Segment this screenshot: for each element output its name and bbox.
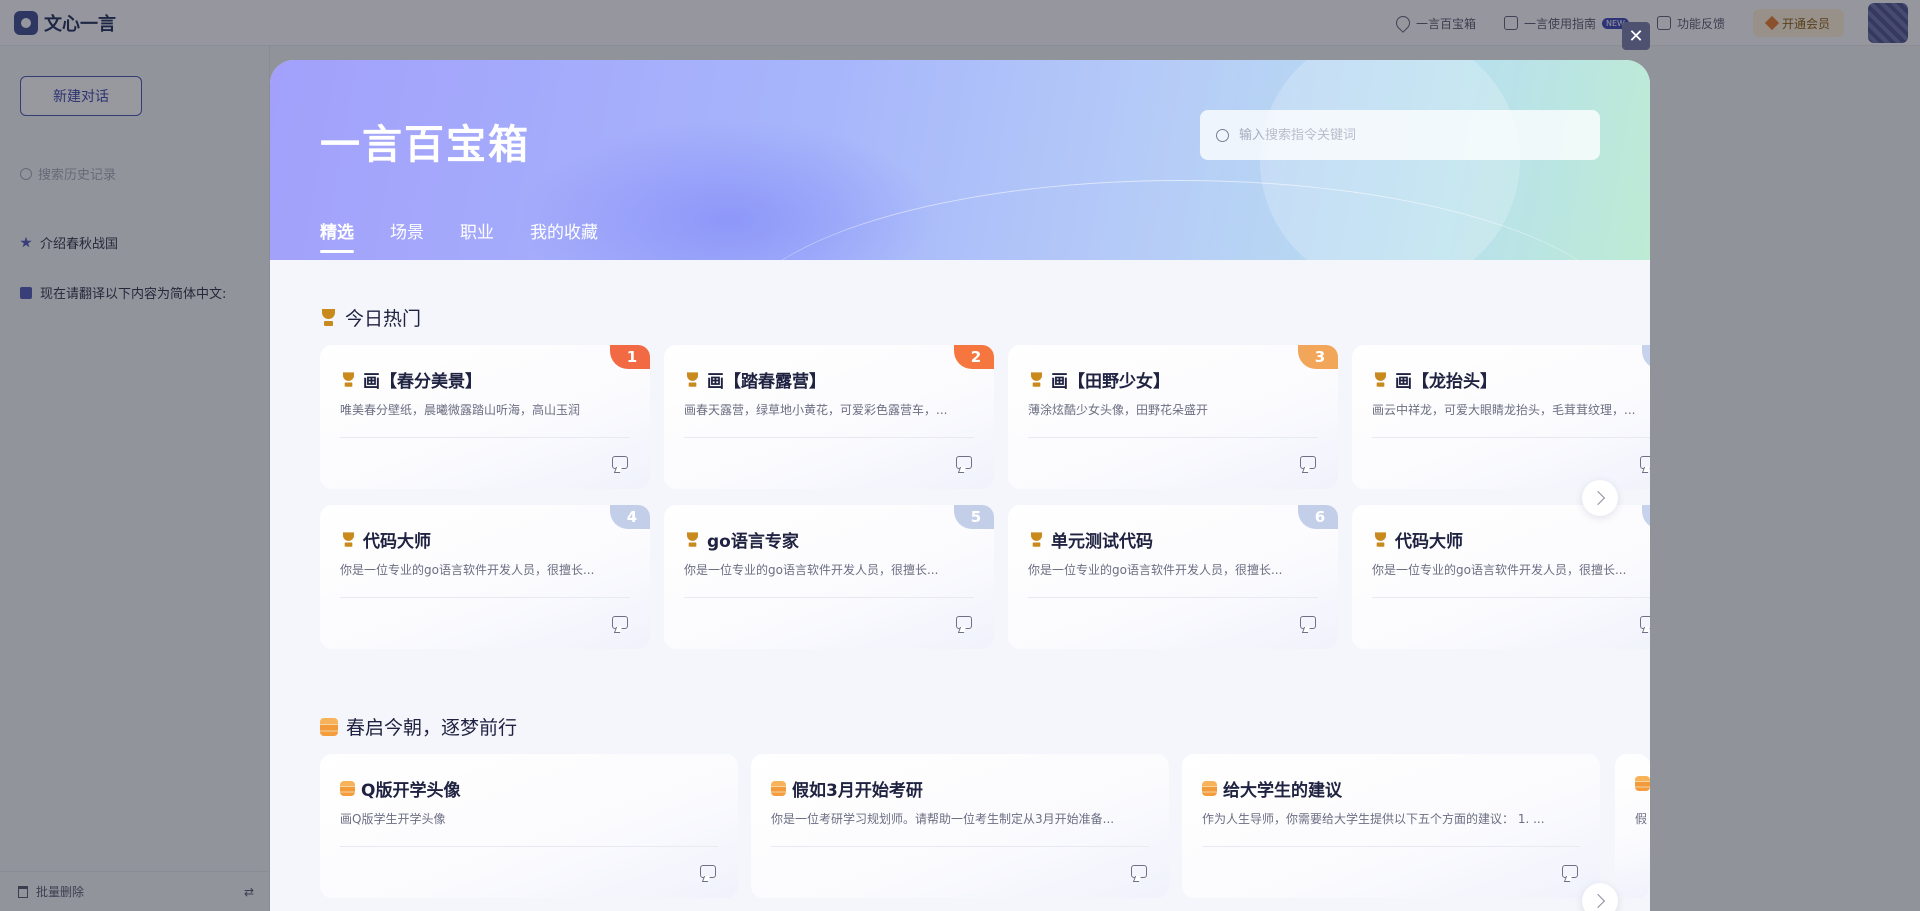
chat-icon[interactable] [700, 865, 716, 878]
prompt-card[interactable]: 假如3月开始考研 你是一位考研学习规划师。请帮助一位考生制定从3月开始准备... [751, 754, 1169, 898]
chat-icon[interactable] [1300, 456, 1316, 469]
rank-badge: 4 [610, 505, 650, 529]
divider [771, 846, 1149, 847]
trophy-icon [1029, 531, 1043, 547]
chat-icon[interactable] [956, 616, 972, 629]
stack-icon [771, 781, 786, 796]
carousel-next-button[interactable] [1582, 883, 1618, 911]
section-title: 今日热门 [320, 304, 421, 331]
prompt-card[interactable]: 假 [1615, 754, 1650, 898]
rank-badge: 6 [1298, 505, 1338, 529]
divider [1028, 437, 1318, 438]
card-desc: 你是一位专业的go语言软件开发人员，很擅长... [340, 563, 595, 577]
rank-badge: 5 [954, 505, 994, 529]
section-title-text: 春启今朝，逐梦前行 [346, 717, 518, 739]
carousel-next-button[interactable] [1582, 480, 1618, 516]
card-title: 假如3月开始考研 [792, 781, 923, 801]
trophy-icon [341, 531, 355, 547]
card-desc: 画云中祥龙，可爱大眼睛龙抬头，毛茸茸纹理，... [1372, 403, 1636, 417]
card-desc: 画Q版学生开学头像 [340, 812, 446, 826]
modal-banner: 一言百宝箱 精选 场景 职业 我的收藏 [270, 60, 1650, 260]
card-title: 画【龙抬头】 [1395, 372, 1497, 392]
trophy-icon [320, 308, 337, 327]
divider [684, 597, 974, 598]
rank-badge: 2 [954, 345, 994, 369]
prompt-search[interactable] [1200, 110, 1600, 160]
prompt-card[interactable]: 单元测试代码 你是一位专业的go语言软件开发人员，很擅长... 6 [1008, 505, 1338, 649]
card-desc: 假 [1635, 812, 1648, 826]
chat-icon[interactable] [612, 456, 628, 469]
card-title: 画【踏春露营】 [707, 372, 826, 392]
card-desc: 你是一位专业的go语言软件开发人员，很擅长... [1372, 563, 1627, 577]
close-icon[interactable]: ✕ [1622, 22, 1650, 50]
divider [1028, 597, 1318, 598]
divider [1372, 597, 1650, 598]
trophy-icon [685, 531, 699, 547]
rank-badge [1642, 345, 1650, 369]
chat-icon[interactable] [1562, 865, 1578, 878]
card-desc: 画春天露营，绿草地小黄花，可爱彩色露营车，... [684, 403, 948, 417]
modal-title: 一言百宝箱 [320, 122, 530, 168]
divider [684, 437, 974, 438]
card-desc: 你是一位专业的go语言软件开发人员，很擅长... [684, 563, 939, 577]
chat-icon[interactable] [1640, 456, 1650, 469]
prompt-card[interactable]: 画【春分美景】 唯美春分壁纸，晨曦微露踏山听海，高山玉润 1 [320, 345, 650, 489]
trophy-icon [685, 371, 699, 387]
card-desc: 作为人生导师，你需要给大学生提供以下五个方面的建议： 1. ... [1202, 812, 1545, 826]
card-desc: 你是一位专业的go语言软件开发人员，很擅长... [1028, 563, 1283, 577]
prompt-card[interactable]: 代码大师 你是一位专业的go语言软件开发人员，很擅长... [1352, 505, 1650, 649]
divider [1202, 846, 1580, 847]
card-title: 单元测试代码 [1051, 532, 1153, 552]
prompt-card[interactable]: 画【田野少女】 薄涂炫酷少女头像，田野花朵盛开 3 [1008, 345, 1338, 489]
prompt-card[interactable]: 给大学生的建议 作为人生导师，你需要给大学生提供以下五个方面的建议： 1. ..… [1182, 754, 1600, 898]
card-title: 代码大师 [363, 532, 431, 552]
trophy-icon [341, 371, 355, 387]
card-title: Q版开学头像 [361, 781, 461, 801]
card-title: 画【春分美景】 [363, 372, 482, 392]
chat-icon[interactable] [1131, 865, 1147, 878]
stack-icon [1635, 776, 1650, 791]
section-title-text: 今日热门 [345, 308, 422, 330]
rank-badge: 3 [1298, 345, 1338, 369]
decorative-arc [730, 180, 1630, 260]
chat-icon[interactable] [1300, 616, 1316, 629]
tab-scenes[interactable]: 场景 [390, 218, 424, 253]
divider [340, 437, 630, 438]
chat-icon[interactable] [1640, 616, 1650, 629]
prompt-search-input[interactable] [1239, 127, 1579, 143]
rank-badge: 1 [610, 345, 650, 369]
divider [340, 597, 630, 598]
toolbox-modal: 一言百宝箱 精选 场景 职业 我的收藏 今日热门 画【春分美景】 唯美春分壁纸，… [270, 60, 1650, 911]
section-title: 春启今朝，逐梦前行 [320, 713, 517, 740]
divider [340, 846, 718, 847]
prompt-card[interactable]: go语言专家 你是一位专业的go语言软件开发人员，很擅长... 5 [664, 505, 994, 649]
trophy-icon [1029, 371, 1043, 387]
search-icon [1216, 128, 1229, 142]
prompt-card[interactable]: 代码大师 你是一位专业的go语言软件开发人员，很擅长... 4 [320, 505, 650, 649]
prompt-card[interactable]: 画【踏春露营】 画春天露营，绿草地小黄花，可爱彩色露营车，... 2 [664, 345, 994, 489]
card-title: go语言专家 [707, 532, 799, 552]
card-desc: 薄涂炫酷少女头像，田野花朵盛开 [1028, 403, 1209, 417]
card-title: 代码大师 [1395, 532, 1463, 552]
trophy-icon [1373, 371, 1387, 387]
card-title: 给大学生的建议 [1223, 781, 1342, 801]
card-desc: 唯美春分壁纸，晨曦微露踏山听海，高山玉润 [340, 403, 581, 417]
trophy-icon [1373, 531, 1387, 547]
chat-icon[interactable] [612, 616, 628, 629]
chat-icon[interactable] [956, 456, 972, 469]
stack-icon [320, 717, 338, 736]
stack-icon [340, 781, 355, 796]
prompt-card[interactable]: Q版开学头像 画Q版学生开学头像 [320, 754, 738, 898]
stack-icon [1202, 781, 1217, 796]
divider [1372, 437, 1650, 438]
card-desc: 你是一位考研学习规划师。请帮助一位考生制定从3月开始准备... [771, 812, 1115, 826]
tab-featured[interactable]: 精选 [320, 218, 354, 253]
rank-badge [1642, 505, 1650, 529]
card-title: 画【田野少女】 [1051, 372, 1170, 392]
category-tabs: 精选 场景 职业 我的收藏 [320, 218, 598, 253]
prompt-card[interactable]: 画【龙抬头】 画云中祥龙，可爱大眼睛龙抬头，毛茸茸纹理，... [1352, 345, 1650, 489]
tab-professions[interactable]: 职业 [460, 218, 494, 253]
tab-favorites[interactable]: 我的收藏 [530, 218, 598, 253]
